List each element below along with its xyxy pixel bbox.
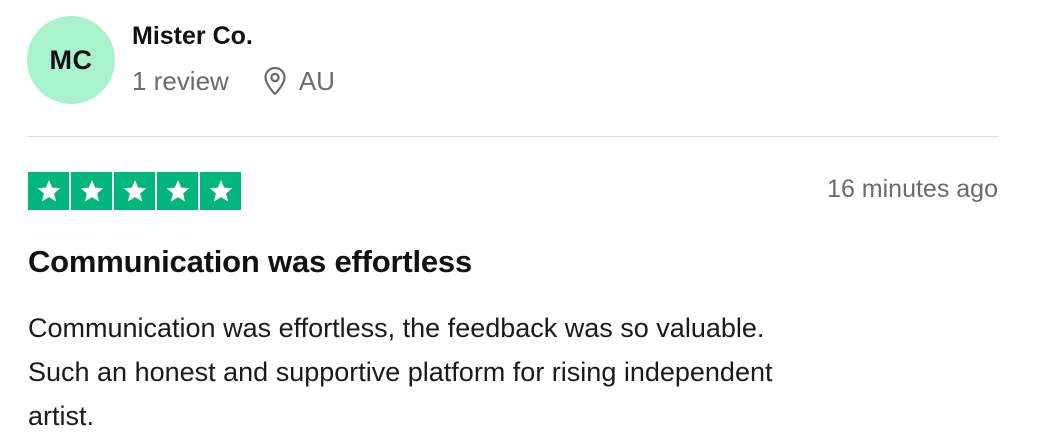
review-body: Communication was effortless, the feedba… xyxy=(28,306,988,438)
reviewer-meta: 1 review AU xyxy=(132,64,335,98)
review-body-line: artist. xyxy=(28,401,95,431)
review-body-line: Communication was effortless, the feedba… xyxy=(28,313,765,343)
star-icon xyxy=(80,179,103,202)
avatar-initials: MC xyxy=(49,44,93,75)
avatar[interactable]: MC xyxy=(27,16,115,104)
location-pin-icon xyxy=(263,66,287,96)
star-icon xyxy=(166,179,189,202)
star-box xyxy=(157,172,198,210)
review-timestamp: 16 minutes ago xyxy=(827,175,998,203)
review-body-line: Such an honest and supportive platform f… xyxy=(28,357,773,387)
star-box xyxy=(71,172,112,210)
divider xyxy=(27,136,999,137)
review-title[interactable]: Communication was effortless xyxy=(28,244,472,280)
star-icon xyxy=(209,179,232,202)
star-box xyxy=(200,172,241,210)
reviewer-name[interactable]: Mister Co. xyxy=(132,22,253,51)
star-rating xyxy=(28,172,241,210)
star-icon xyxy=(37,179,60,202)
review-count: 1 review xyxy=(132,65,229,96)
star-box xyxy=(114,172,155,210)
review-card: MC Mister Co. 1 review AU 16 minutes ago… xyxy=(0,0,1044,446)
reviewer-country: AU xyxy=(298,65,335,96)
star-box xyxy=(28,172,69,210)
star-icon xyxy=(123,179,146,202)
